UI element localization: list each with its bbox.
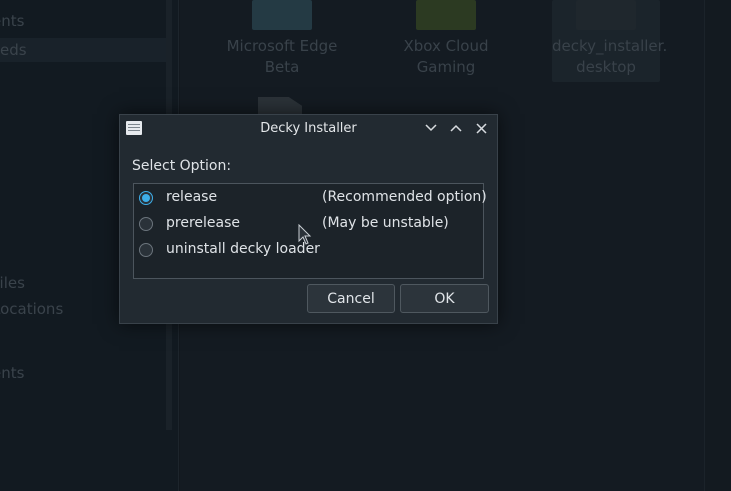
option-description: (May be unstable) xyxy=(322,215,449,231)
desktop-file-icon xyxy=(576,0,636,30)
option-release[interactable]: release (Recommended option) xyxy=(139,189,487,211)
icon-label-line1: Microsoft Edge xyxy=(226,37,338,55)
dialog-titlebar[interactable]: Decky Installer xyxy=(120,115,497,143)
mouse-cursor-icon xyxy=(298,224,312,245)
dialog-title: Decky Installer xyxy=(260,121,357,136)
option-label: prerelease xyxy=(166,215,240,231)
select-option-label: Select Option: xyxy=(132,158,232,174)
sidebar-item[interactable]: Files xyxy=(0,274,25,292)
desktop-icon-decky-installer[interactable]: decky_installer. desktop xyxy=(552,0,668,82)
option-label: release xyxy=(166,189,218,205)
radio-button[interactable] xyxy=(139,243,153,257)
icon-label-line2: desktop xyxy=(576,58,636,76)
option-label: uninstall decky loader xyxy=(166,241,320,257)
icon-label-line2: Beta xyxy=(264,58,300,76)
close-button[interactable] xyxy=(472,119,490,137)
desktop-icon-xbox[interactable]: Xbox Cloud Gaming xyxy=(396,0,496,78)
icon-label-line1: Xbox Cloud xyxy=(403,37,489,55)
decky-installer-dialog: Decky Installer Select Option: release (… xyxy=(119,114,498,324)
maximize-button[interactable] xyxy=(447,119,465,137)
sidebar-item[interactable]: ents xyxy=(0,364,24,382)
edge-icon xyxy=(252,0,312,30)
radio-button[interactable] xyxy=(139,217,153,231)
close-icon xyxy=(475,122,487,134)
icon-label-line1: decky_installer. xyxy=(552,37,668,55)
view-scrollbar[interactable] xyxy=(704,0,731,491)
ok-button[interactable]: OK xyxy=(400,284,489,313)
chevron-down-icon xyxy=(425,124,437,132)
option-description: (Recommended option) xyxy=(322,189,487,205)
sidebar-item[interactable]: Locations xyxy=(0,300,63,318)
icon-label-line2: Gaming xyxy=(416,58,476,76)
radio-button-selected[interactable] xyxy=(139,191,153,205)
cancel-button[interactable]: Cancel xyxy=(307,284,395,313)
chevron-up-icon xyxy=(450,124,462,132)
sidebar-item[interactable]: eds xyxy=(0,38,168,62)
sidebar-item[interactable]: ents xyxy=(0,12,24,30)
xbox-icon xyxy=(416,0,476,30)
minimize-button[interactable] xyxy=(422,119,440,137)
desktop-icon-edge[interactable]: Microsoft Edge Beta xyxy=(226,0,338,78)
